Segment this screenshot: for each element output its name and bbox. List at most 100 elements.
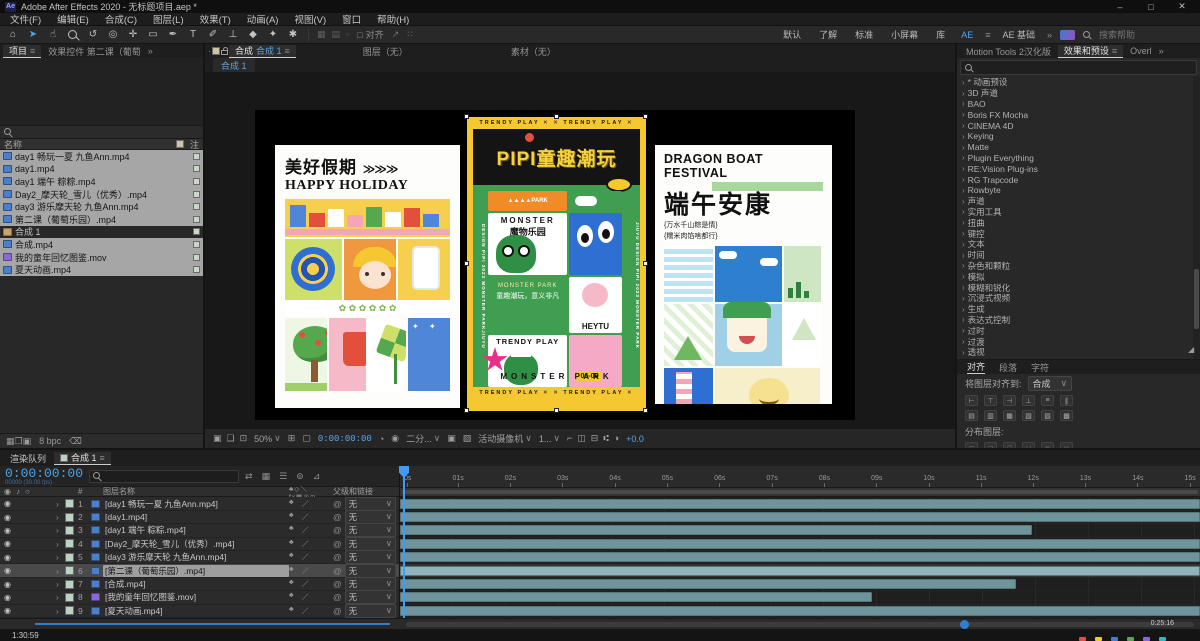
effects-category-row[interactable]: › 过渡 [957,336,1200,347]
effects-category-row[interactable]: › Plugin Everything [957,153,1200,164]
expand-caret-icon[interactable]: › [962,153,965,162]
align-button[interactable]: ⊤ [984,395,997,406]
snap-checkbox[interactable]: □ [357,30,362,40]
layer-color-swatch[interactable] [65,512,78,522]
expand-caret-icon[interactable]: › [962,143,965,152]
layer-duration-bar[interactable] [400,605,1200,616]
layer-name[interactable]: [合成.mp4] [103,578,289,590]
layer-name[interactable]: [我的童年回忆图鉴.mov] [103,591,289,603]
align-button[interactable]: ▤ [965,410,978,421]
bit-depth-button[interactable]: 8 bpc [39,436,61,446]
label-color-swatch[interactable] [193,266,200,274]
expand-caret-icon[interactable]: › [962,305,965,314]
effects-category-row[interactable]: › 杂色和颗粒 [957,261,1200,272]
timeline-option-icon[interactable]: ⇄ [245,471,253,482]
viewer-option-icon[interactable]: ❏ [227,433,235,444]
camera-view-dropdown[interactable]: 活动摄像机 ∨ [478,432,532,445]
effects-category-row[interactable]: › 3D 声道 [957,88,1200,99]
parent-dropdown[interactable]: 无 ∨ [344,577,396,592]
tab-effects-presets[interactable]: 效果和预设 ≡ [1057,44,1124,58]
pickwhip-icon[interactable]: @ [333,499,342,509]
expand-caret-icon[interactable]: › [962,121,965,130]
project-list-header[interactable]: 名称 注 [0,139,203,150]
tab-overflow[interactable]: Overl [1124,45,1158,58]
layer-name[interactable]: [day3 游乐摩天轮 九鱼Ann.mp4] [103,551,289,563]
timeline-option-icon[interactable]: ⊚ [296,471,304,482]
layer-switches[interactable]: ♣ ／ [289,539,333,549]
workspace-tab[interactable]: 默认 [779,28,805,41]
effects-category-row[interactable]: › BAO [957,99,1200,110]
effects-category-row[interactable]: › Matte [957,142,1200,153]
timeline-option-icon[interactable]: ☰ [279,471,287,482]
trash-icon[interactable]: ⌫ [69,436,82,447]
effects-category-row[interactable]: › 模拟 [957,271,1200,282]
parent-dropdown[interactable]: 无 ∨ [344,550,396,565]
layer-duration-bar[interactable] [400,592,872,603]
align-button[interactable]: ⊣ [1003,395,1016,406]
effects-category-row[interactable]: › 表达式控制 [957,315,1200,326]
project-item-row[interactable]: day1 畅玩一夏 九鱼Ann.mp4 [0,150,203,163]
effects-category-row[interactable]: › 文本 [957,239,1200,250]
exposure-value[interactable]: +0.0 [626,434,644,444]
toolbar-tool[interactable]: ➤ [26,28,40,42]
timeline-search-input[interactable] [104,471,215,482]
label-color-swatch[interactable] [193,228,200,236]
toolbar-tool[interactable]: ◆ [246,28,260,42]
selection-handle[interactable] [643,261,648,266]
layer-duration-bar[interactable] [400,498,1200,509]
toolbar-tool[interactable]: ▭ [146,28,160,42]
layer-row[interactable]: ◉ › 2 [day1.mp4] ♣ ／ @ 无 ∨ [0,510,399,525]
adobe-stock-icon[interactable] [1060,29,1075,40]
layer-color-swatch[interactable] [65,606,78,616]
effects-category-row[interactable]: › 透视 [957,347,1200,358]
effects-category-row[interactable]: › 时间 [957,250,1200,261]
label-color-swatch[interactable] [193,215,200,223]
menu-item[interactable]: 动画(A) [247,12,279,26]
layer-switches[interactable]: ♣ ／ [289,592,333,602]
panel-resize-grip-icon[interactable]: ◢ [1188,345,1198,355]
align-button[interactable]: ▨ [1041,410,1054,421]
parent-dropdown[interactable]: 无 ∨ [344,536,396,551]
layer-row[interactable]: ◉ › 8 [我的童年回忆图鉴.mov] ♣ ／ @ 无 ∨ [0,590,399,605]
label-color-swatch[interactable] [193,253,200,261]
layer-row[interactable]: ◉ › 7 [合成.mp4] ♣ ／ @ 无 ∨ [0,577,399,592]
label-color-swatch[interactable] [193,152,200,160]
effects-category-row[interactable]: › Boris FX Mocha [957,109,1200,120]
expand-caret-icon[interactable]: › [962,283,965,292]
menu-item[interactable]: 合成(C) [105,12,137,26]
effects-category-row[interactable]: › RE:Vision Plug-ins [957,163,1200,174]
layer-duration-bar[interactable] [400,552,1200,563]
workspace-tab[interactable]: 小屏幕 [887,28,922,41]
layer-expand-caret[interactable]: › [56,552,65,562]
eye-toggle-icon[interactable]: ◉ [0,526,56,535]
menu-item[interactable]: 视图(V) [294,12,326,26]
effects-category-row[interactable]: › Keying [957,131,1200,142]
help-search-input[interactable] [1099,29,1194,40]
layer-row[interactable]: ◉ › 9 [夏天动画.mp4] ♣ ／ @ 无 ∨ [0,603,399,618]
viewer-timecode[interactable]: 0:00:00:00 [318,434,372,444]
mask-visibility-icon[interactable]: ▢ [302,433,311,444]
pickwhip-icon[interactable]: @ [333,539,342,549]
viewer-right-icon[interactable]: ◑ [614,433,619,444]
current-timecode[interactable]: 0:00:00:00 [5,467,83,480]
tab-overflow-icon[interactable]: » [148,46,153,56]
tab-effect-controls[interactable]: 效果控件 第二课（葡萄 [42,45,147,58]
layer-name[interactable]: [day1.mp4] [103,512,289,522]
composition-canvas[interactable]: 美好假期 ≫≫≫ HAPPY HOLIDAY ✿ ✿ ✿ ✿ ✿ ✿ ✦ ✦ T… [255,110,855,420]
align-button[interactable]: ▥ [984,410,997,421]
zoom-slider-handle[interactable] [960,620,969,629]
project-footer-icon[interactable]: ▦ [6,436,15,446]
layer-color-swatch[interactable] [65,566,78,576]
expand-caret-icon[interactable]: › [962,164,965,173]
layer-color-swatch[interactable] [65,499,78,509]
workspace-menu-icon[interactable]: ≡ [985,30,990,40]
snapshot-icon[interactable]: ◔ [379,434,384,444]
layer-expand-caret[interactable]: › [56,592,65,602]
parent-dropdown[interactable]: 无 ∨ [344,563,396,578]
layer-name[interactable]: [day1 畅玩一夏 九鱼Ann.mp4] [103,498,289,510]
tab-align[interactable]: 对齐 [967,360,986,374]
label-color-swatch[interactable] [193,177,200,185]
viewer-right-icon[interactable]: ⌐ [567,433,572,444]
viewer-right-icon[interactable]: ◫ [577,433,586,444]
effects-category-row[interactable]: › 键控 [957,228,1200,239]
